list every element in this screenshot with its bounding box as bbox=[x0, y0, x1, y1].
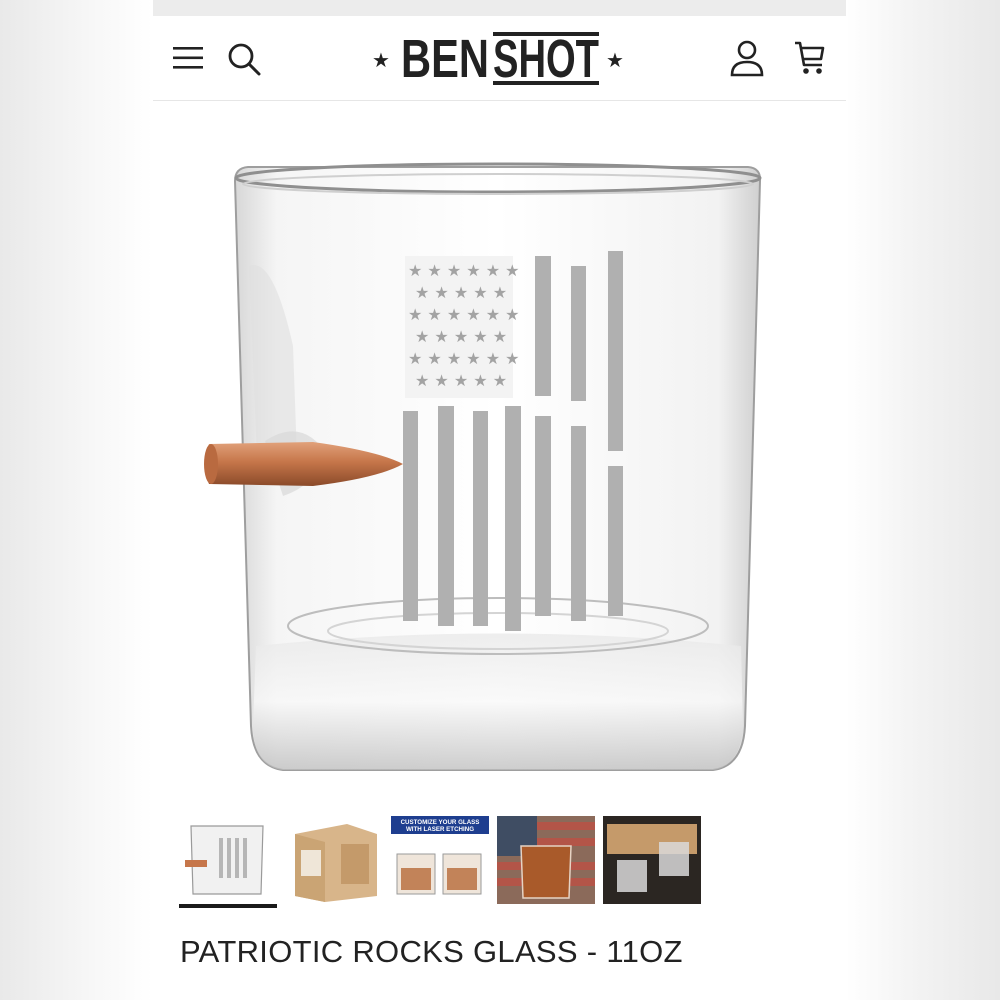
svg-text:★ ★ ★ ★ ★ ★: ★ ★ ★ ★ ★ ★ bbox=[408, 261, 520, 280]
logo-shot: SHOT bbox=[493, 30, 599, 88]
logo-wordmark: BEN SHOT bbox=[401, 30, 599, 88]
star-icon: ★ bbox=[606, 50, 624, 72]
product-title: PATRIOTIC ROCKS GLASS - 11OZ bbox=[180, 934, 683, 969]
svg-text:★ ★ ★ ★ ★: ★ ★ ★ ★ ★ bbox=[415, 283, 507, 302]
benshot-logo[interactable]: ★ BEN SHOT ★ bbox=[368, 28, 633, 90]
thumbnail-5[interactable] bbox=[603, 816, 701, 904]
thumbnail-caption-1: CUSTOMIZE YOUR GLASS bbox=[401, 819, 480, 826]
thumbnail-caption-2: WITH LASER ETCHING bbox=[406, 826, 474, 833]
logo-ben: BEN bbox=[401, 30, 489, 88]
svg-text:★ ★ ★ ★ ★: ★ ★ ★ ★ ★ bbox=[415, 371, 507, 390]
thumbnail-2[interactable] bbox=[285, 816, 383, 904]
mobile-page: ★ BEN SHOT ★ ★ ★ ★ ★ ★ ★ ★ ★ ★ ★ ★ ★ ★ ★… bbox=[153, 16, 846, 1000]
thumbnail-3[interactable]: CUSTOMIZE YOUR GLASS WITH LASER ETCHING bbox=[391, 816, 489, 904]
thumbnail-strip: CUSTOMIZE YOUR GLASS WITH LASER ETCHING bbox=[179, 816, 701, 912]
right-backdrop bbox=[846, 0, 1000, 1000]
user-icon[interactable] bbox=[727, 38, 767, 78]
star-icon: ★ bbox=[372, 50, 390, 72]
cart-icon[interactable] bbox=[789, 38, 829, 78]
thumbnail-1[interactable] bbox=[179, 816, 277, 908]
svg-text:★ ★ ★ ★ ★ ★: ★ ★ ★ ★ ★ ★ bbox=[408, 305, 520, 324]
site-header: ★ BEN SHOT ★ bbox=[153, 16, 846, 101]
hamburger-menu-icon[interactable] bbox=[171, 44, 205, 72]
thumbnail-4[interactable] bbox=[497, 816, 595, 904]
svg-text:★ ★ ★ ★ ★: ★ ★ ★ ★ ★ bbox=[415, 327, 507, 346]
left-backdrop bbox=[0, 0, 153, 1000]
product-main-image[interactable]: ★ ★ ★ ★ ★ ★ ★ ★ ★ ★ ★ ★ ★ ★ ★ ★ ★ ★ ★ ★ … bbox=[153, 126, 846, 816]
search-icon[interactable] bbox=[225, 40, 263, 78]
svg-text:★ ★ ★ ★ ★ ★: ★ ★ ★ ★ ★ ★ bbox=[408, 349, 520, 368]
